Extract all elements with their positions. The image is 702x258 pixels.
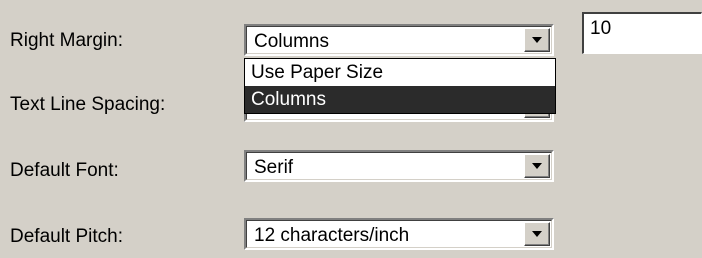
right-margin-number-field[interactable]: 10 (582, 12, 702, 54)
default-font-label: Default Font: (10, 160, 119, 181)
chevron-down-icon (532, 163, 542, 169)
default-pitch-dropdown-button[interactable] (524, 222, 550, 246)
text-line-spacing-label: Text Line Spacing: (10, 94, 166, 115)
default-font-dropdown-button[interactable] (524, 154, 550, 178)
chevron-down-icon (532, 37, 542, 43)
default-pitch-value: 12 characters/inch (254, 225, 410, 246)
chevron-down-icon (532, 231, 542, 237)
dropdown-option-use-paper-size[interactable]: Use Paper Size (245, 59, 555, 86)
right-margin-dropdown-button[interactable] (524, 28, 550, 52)
right-margin-value: Columns (254, 31, 329, 52)
default-font-value: Serif (254, 157, 294, 178)
default-pitch-label: Default Pitch: (10, 226, 123, 247)
right-margin-number-value: 10 (590, 18, 612, 39)
right-margin-label: Right Margin: (10, 30, 123, 51)
default-pitch-select[interactable]: 12 characters/inch (244, 218, 554, 250)
right-margin-dropdown-list: Use Paper Size Columns (244, 58, 556, 114)
default-font-select[interactable]: Serif (244, 150, 554, 182)
right-margin-select[interactable]: Columns (244, 24, 554, 56)
dropdown-option-columns[interactable]: Columns (245, 86, 555, 113)
